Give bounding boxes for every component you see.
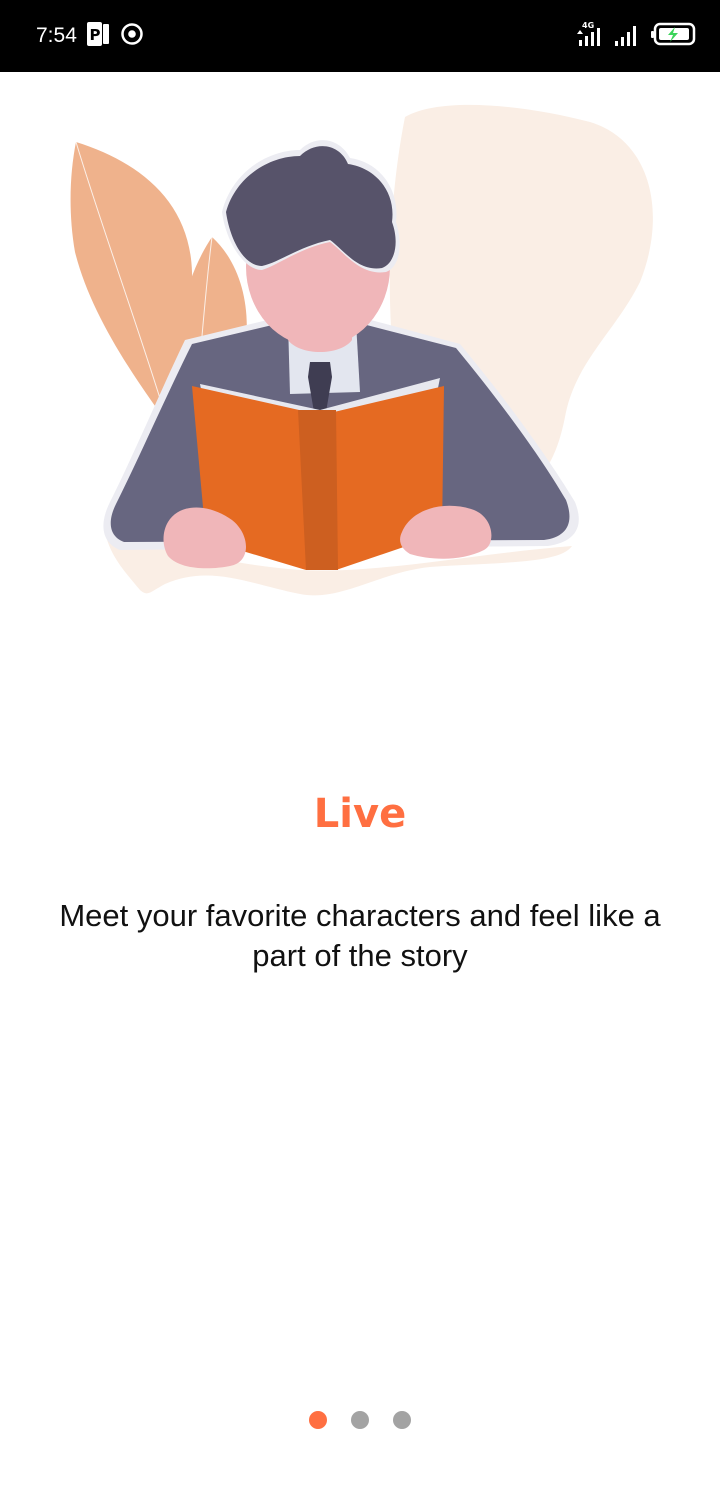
parking-app-icon: P — [86, 21, 110, 52]
onboarding-screen: 7:54 P 4G Live Meet your favorite charac… — [0, 0, 720, 1500]
media-record-icon — [120, 22, 144, 51]
onboarding-title: Live — [313, 791, 407, 837]
status-left-icons: P — [86, 21, 144, 52]
status-right-icons: 4G — [576, 20, 696, 52]
svg-text:4G: 4G — [582, 21, 594, 30]
status-time: 7:54 — [36, 24, 77, 47]
page-dot-2[interactable] — [351, 1411, 369, 1429]
page-indicator — [0, 1410, 720, 1430]
page-dot-1[interactable] — [309, 1411, 327, 1429]
svg-text:P: P — [90, 26, 101, 44]
onboarding-description: Meet your favorite characters and feel l… — [59, 898, 661, 973]
page-dot-3[interactable] — [393, 1411, 411, 1429]
man-reading-book-illustration — [0, 72, 720, 632]
signal-4g-icon: 4G — [576, 20, 604, 53]
status-bar: 7:54 P 4G — [0, 0, 720, 72]
signal-bars-icon — [614, 21, 640, 52]
battery-charging-icon — [650, 21, 696, 52]
